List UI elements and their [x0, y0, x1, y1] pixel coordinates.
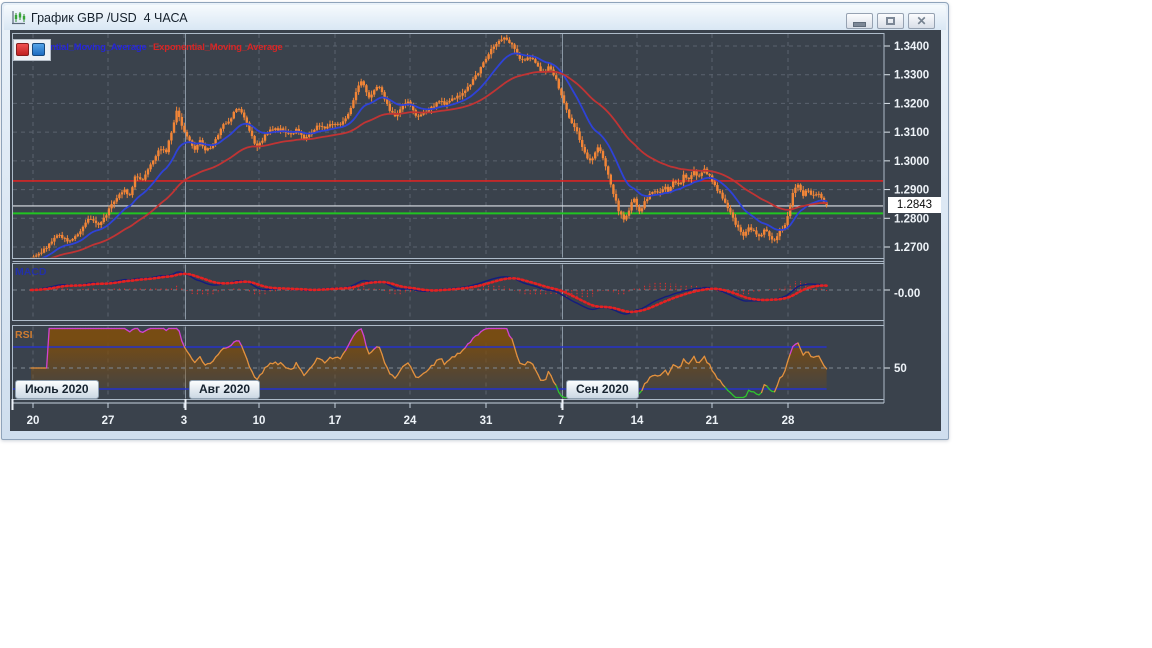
current-price-badge: 1.2843	[888, 197, 941, 213]
svg-text:31: 31	[480, 415, 493, 427]
svg-text:1.3300: 1.3300	[894, 70, 929, 82]
close-button[interactable]: ✕	[908, 13, 935, 29]
month-label-august: Авг 2020	[189, 380, 261, 399]
svg-text:10: 10	[253, 415, 266, 427]
window-titlebar[interactable]: График GBP /USD 4 ЧАСА ✕	[4, 5, 946, 30]
red-series-button[interactable]	[16, 43, 29, 56]
close-icon: ✕	[916, 14, 927, 28]
svg-text:1.3100: 1.3100	[894, 127, 929, 139]
svg-text:1.3200: 1.3200	[894, 98, 929, 110]
svg-text:3: 3	[181, 415, 187, 427]
svg-text:21: 21	[706, 415, 719, 427]
svg-text:27: 27	[102, 415, 115, 427]
macd-layer	[13, 271, 883, 315]
month-label-september: Сен 2020	[566, 380, 639, 399]
rsi-panel-label: RSI	[15, 329, 33, 341]
svg-text:1.3000: 1.3000	[894, 156, 929, 168]
svg-text:14: 14	[631, 415, 644, 427]
svg-text:1.2700: 1.2700	[894, 242, 929, 254]
svg-text:17: 17	[329, 415, 342, 427]
legend-ma-slow-label: Exponential_Moving_Average	[153, 42, 283, 53]
svg-text:1.2800: 1.2800	[894, 213, 929, 225]
svg-text:20: 20	[27, 415, 40, 427]
svg-text:1.2900: 1.2900	[894, 185, 929, 197]
svg-text:28: 28	[782, 415, 795, 427]
minimize-button[interactable]	[846, 13, 873, 29]
window-title: График GBP /USD 4 ЧАСА	[31, 11, 188, 25]
svg-text:7: 7	[558, 415, 564, 427]
desktop: График GBP /USD 4 ЧАСА ✕ 1.3400 1.3300 1.3…	[0, 0, 1152, 648]
minimize-icon	[847, 14, 872, 28]
restore-button[interactable]	[877, 13, 904, 29]
month-label-july: Июль 2020	[15, 380, 99, 399]
svg-text:50: 50	[894, 363, 907, 375]
svg-text:-0.00: -0.00	[894, 288, 920, 300]
candles-layer	[30, 34, 828, 258]
macd-panel-label: MACD	[15, 266, 47, 278]
legend-buttons	[13, 39, 51, 61]
hlines-layer	[13, 180, 883, 215]
svg-text:24: 24	[404, 415, 417, 427]
rsi-layer	[13, 327, 883, 399]
restore-icon	[878, 14, 903, 28]
blue-series-button[interactable]	[32, 43, 45, 56]
chart-canvas[interactable]: 1.34001.33001.32001.31001.30001.29001.28…	[10, 30, 942, 432]
candlestick-chart-icon	[12, 11, 26, 25]
svg-text:1.3400: 1.3400	[894, 41, 929, 53]
